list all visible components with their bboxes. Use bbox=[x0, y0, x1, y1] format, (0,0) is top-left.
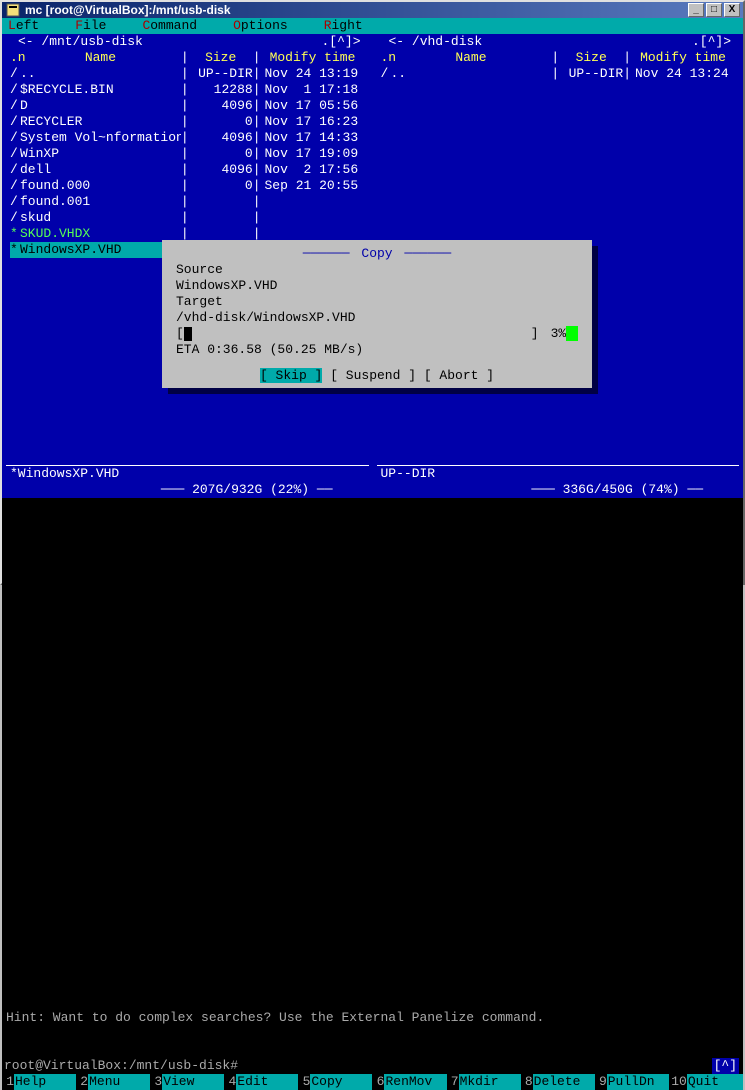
fnkey-mkdir[interactable]: 7Mkdir bbox=[447, 1074, 521, 1090]
fnkey-quit[interactable]: 10Quit bbox=[669, 1074, 743, 1090]
file-row[interactable]: /..|UP--DIR|Nov 24 13:19 bbox=[10, 66, 365, 82]
progress-bar: [] 3%. bbox=[176, 326, 578, 342]
abort-button[interactable]: [ Abort ] bbox=[424, 368, 494, 383]
hint-line: Hint: Want to do complex searches? Use t… bbox=[2, 978, 743, 1058]
fnkey-delete[interactable]: 8Delete bbox=[521, 1074, 595, 1090]
close-button[interactable]: X bbox=[724, 3, 740, 17]
dialog-eta: ETA 0:36.58 (50.25 MB/s) bbox=[176, 342, 578, 358]
window-title: mc [root@VirtualBox]:/mnt/usb-disk bbox=[25, 3, 688, 17]
left-panel-headers: .n Name| Size| Modify time bbox=[10, 50, 365, 66]
dialog-source: WindowsXP.VHD bbox=[176, 278, 578, 294]
up-indicator: [^] bbox=[712, 1058, 739, 1074]
copy-dialog: ────── Copy ────── Source WindowsXP.VHD … bbox=[162, 240, 592, 388]
progress-percent: 3% bbox=[551, 326, 567, 341]
file-row[interactable]: /System Vol~nformation|4096|Nov 17 14:33 bbox=[10, 130, 365, 146]
menu-left[interactable]: Left bbox=[8, 18, 39, 34]
fnkey-help[interactable]: 1Help bbox=[2, 1074, 76, 1090]
right-panel-selected-file: UP--DIR bbox=[381, 466, 436, 482]
maximize-button[interactable]: □ bbox=[706, 3, 722, 17]
menu-file[interactable]: File bbox=[75, 18, 106, 34]
menubar: Left File Command Options Right bbox=[2, 18, 743, 34]
left-panel-disk-usage: ─── 207G/932G (22%) ── bbox=[2, 482, 373, 498]
menu-right[interactable]: Right bbox=[324, 18, 363, 34]
file-row[interactable]: /found.001|| bbox=[10, 194, 365, 210]
file-row[interactable]: /WinXP|0|Nov 17 19:09 bbox=[10, 146, 365, 162]
dialog-target-label: Target bbox=[176, 294, 578, 310]
suspend-button[interactable]: [ Suspend ] bbox=[330, 368, 416, 383]
right-panel-disk-usage: ─── 336G/450G (74%) ── bbox=[373, 482, 744, 498]
fnkey-renmov[interactable]: 6RenMov bbox=[372, 1074, 446, 1090]
terminal: Left File Command Options Right <- /mnt/… bbox=[2, 18, 743, 1090]
file-row[interactable]: /dell|4096|Nov 2 17:56 bbox=[10, 162, 365, 178]
fnkey-view[interactable]: 3View bbox=[150, 1074, 224, 1090]
file-row[interactable]: /skud|| bbox=[10, 210, 365, 226]
prompt-line[interactable]: root@VirtualBox:/mnt/usb-disk# [^] bbox=[2, 1058, 743, 1074]
right-panel-selector: .[^]> bbox=[692, 34, 731, 50]
file-row[interactable]: /RECYCLER|0|Nov 17 16:23 bbox=[10, 114, 365, 130]
dialog-buttons: [ Skip ] [ Suspend ] [ Abort ] bbox=[176, 368, 578, 384]
app-icon bbox=[5, 2, 21, 18]
app-window: mc [root@VirtualBox]:/mnt/usb-disk _ □ X… bbox=[0, 0, 745, 585]
skip-button[interactable]: [ Skip ] bbox=[260, 368, 322, 383]
fnkey-menu[interactable]: 2Menu bbox=[76, 1074, 150, 1090]
titlebar: mc [root@VirtualBox]:/mnt/usb-disk _ □ X bbox=[2, 2, 743, 18]
file-row[interactable]: /D|4096|Nov 17 05:56 bbox=[10, 98, 365, 114]
left-panel-selected-file: *WindowsXP.VHD bbox=[10, 466, 119, 482]
fnkey-pulldn[interactable]: 9PullDn bbox=[595, 1074, 669, 1090]
dialog-target: /vhd-disk/WindowsXP.VHD bbox=[176, 310, 578, 326]
fnkey-edit[interactable]: 4Edit bbox=[224, 1074, 298, 1090]
file-row[interactable]: /$RECYCLE.BIN|12288|Nov 1 17:18 bbox=[10, 82, 365, 98]
file-row[interactable]: /..|UP--DIR|Nov 24 13:24 bbox=[381, 66, 736, 82]
dialog-source-label: Source bbox=[176, 262, 578, 278]
progress-fill bbox=[184, 327, 192, 341]
function-keys: 1Help2Menu3View4Edit5Copy6RenMov7Mkdir8D… bbox=[2, 1074, 743, 1090]
menu-command[interactable]: Command bbox=[142, 18, 197, 34]
minimize-button[interactable]: _ bbox=[688, 3, 704, 17]
menu-options[interactable]: Options bbox=[233, 18, 288, 34]
fnkey-copy[interactable]: 5Copy bbox=[298, 1074, 372, 1090]
dialog-title: ────── Copy ────── bbox=[176, 246, 578, 262]
right-panel-path[interactable]: <- /vhd-disk bbox=[385, 34, 487, 50]
left-panel-selector: .[^]> bbox=[321, 34, 360, 50]
right-panel-headers: .n Name| Size| Modify time bbox=[381, 50, 736, 66]
window-controls: _ □ X bbox=[688, 3, 740, 17]
file-row[interactable]: /found.000|0|Sep 21 20:55 bbox=[10, 178, 365, 194]
left-panel-path[interactable]: <- /mnt/usb-disk bbox=[14, 34, 147, 50]
